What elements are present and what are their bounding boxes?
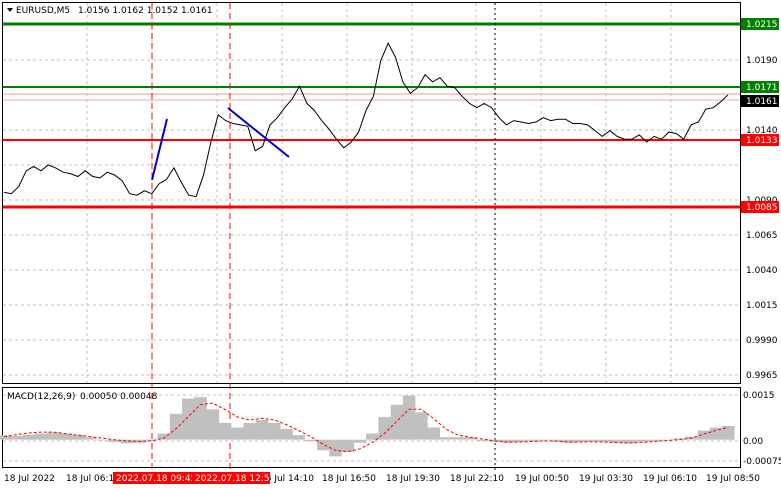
macd-bar	[537, 439, 551, 441]
price-tick: 1.0190	[746, 56, 778, 66]
time-label: 19 Jul 06:10	[643, 474, 697, 484]
time-label: 18 Jul 06:10	[66, 474, 120, 484]
macd-bar	[10, 436, 23, 440]
price-tag-text: 1.0085	[746, 203, 778, 213]
macd-bar	[22, 434, 35, 440]
macd-tick: -0.00075	[743, 457, 781, 467]
macd-bar	[268, 422, 281, 440]
macd-bar	[280, 429, 293, 440]
macd-bar	[562, 439, 575, 443]
macd-bar	[587, 439, 600, 442]
macd-bar	[341, 439, 355, 452]
macd-bar	[390, 404, 404, 440]
time-label: 19 Jul 00:50	[515, 474, 569, 484]
time-axis[interactable]: 18 Jul 2022 18 Jul 06:10 18 Jul 14:10 18…	[4, 472, 760, 484]
macd-bar	[120, 439, 134, 444]
price-tag-text: 1.0171	[746, 83, 778, 93]
price-tag-text: 1.0161	[746, 97, 778, 107]
macd-values: 0.00050 0.00048	[80, 392, 158, 402]
macd-bar	[452, 437, 465, 440]
macd-bar	[206, 409, 220, 440]
macd-tick: 0.00	[743, 437, 763, 447]
macd-bar	[218, 422, 232, 440]
time-label: 18 Jul 16:50	[322, 474, 376, 484]
time-label: 18 Jul 2022	[4, 474, 55, 484]
chart-window[interactable]: EURUSD,M5 1.0156 1.0162 1.0152 1.0161 MA…	[0, 0, 781, 489]
macd-header: MACD(12,26,9) 0.00050 0.00048	[7, 392, 158, 402]
price-tag-text: 1.0215	[746, 20, 778, 30]
macd-bar	[243, 422, 256, 440]
macd-bar	[47, 432, 60, 440]
price-tick: 0.9965	[746, 371, 778, 381]
macd-label: MACD(12,26,9)	[7, 392, 75, 402]
macd-bar	[402, 395, 416, 440]
chart-header: EURUSD,M5 1.0156 1.0162 1.0152 1.0161	[7, 6, 213, 16]
macd-bar	[71, 434, 85, 440]
time-label: 18 Jul 22:10	[450, 474, 504, 484]
time-marker-text: 2022.07.18 09:45	[116, 474, 196, 484]
time-marker-text: 2022.07.18 12:55	[195, 474, 275, 484]
price-tick: 0.9990	[746, 336, 778, 346]
price-tick: 1.0065	[746, 231, 778, 241]
macd-bar	[194, 397, 207, 440]
macd-bar	[672, 438, 686, 440]
macd-bar	[34, 433, 48, 440]
price-tag-text: 1.0133	[746, 136, 778, 146]
macd-bar	[525, 439, 539, 441]
macd-bar	[317, 439, 330, 451]
macd-bar	[648, 439, 661, 441]
macd-bar	[231, 427, 244, 440]
ohlc-values: 1.0156 1.0162 1.0152 1.0161	[78, 6, 213, 16]
macd-bar	[439, 437, 453, 440]
macd-bar	[415, 412, 428, 440]
time-label: 19 Jul 03:30	[579, 474, 633, 484]
macd-bar	[255, 419, 269, 440]
macd-bar	[611, 439, 625, 443]
symbol-label: EURUSD,M5	[16, 6, 70, 16]
price-tick: 1.0015	[746, 301, 778, 311]
macd-bar	[169, 413, 183, 440]
price-tick: 1.0040	[746, 266, 778, 276]
macd-bar	[304, 439, 318, 442]
time-label: 19 Jul 08:50	[706, 474, 760, 484]
macd-axis[interactable]: 0.0015 0.00 -0.00075	[743, 391, 781, 467]
macd-bar	[353, 439, 367, 443]
macd-bar	[427, 427, 440, 440]
macd-bar	[182, 398, 195, 440]
time-label: 18 Jul 19:30	[386, 474, 440, 484]
macd-bar	[292, 435, 305, 440]
macd-tick: 0.0015	[743, 391, 775, 401]
price-tags: 1.0215 1.0171 1.0161 1.0133 1.0085	[741, 18, 779, 213]
macd-bar	[96, 439, 109, 441]
